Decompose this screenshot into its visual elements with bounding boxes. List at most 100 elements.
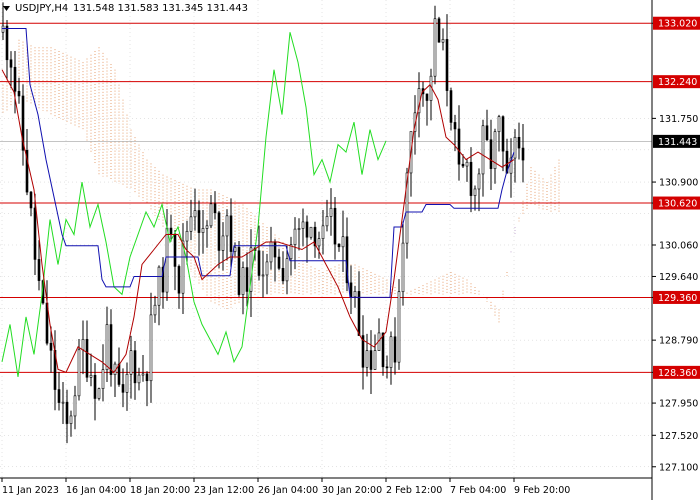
candle-body[interactable] — [289, 244, 293, 260]
candle-body[interactable] — [89, 374, 93, 378]
candle-body[interactable] — [225, 215, 229, 237]
candle-body[interactable] — [129, 350, 133, 375]
candle-body[interactable] — [305, 221, 309, 238]
candle-body[interactable] — [425, 93, 429, 101]
candle-body[interactable] — [497, 116, 501, 133]
candle-body[interactable] — [513, 136, 517, 159]
candle-body[interactable] — [177, 266, 181, 294]
candle-body[interactable] — [33, 207, 37, 260]
candle-body[interactable] — [109, 324, 113, 375]
candle-body[interactable] — [61, 401, 65, 404]
price-chart[interactable]: 133.020 131.750 130.900 130.620 130.060 129.6… — [0, 0, 700, 500]
candle-body[interactable] — [477, 173, 481, 190]
candle-body[interactable] — [501, 116, 505, 152]
candle-body[interactable] — [13, 66, 17, 92]
candle-body[interactable] — [393, 336, 397, 363]
candle-body[interactable] — [273, 241, 277, 258]
candle-body[interactable] — [337, 243, 341, 248]
candle-body[interactable] — [469, 161, 473, 196]
candle-body[interactable] — [137, 374, 141, 384]
candle-body[interactable] — [369, 350, 373, 370]
candle-body[interactable] — [173, 233, 177, 267]
candle-body[interactable] — [261, 274, 265, 277]
candle-body[interactable] — [77, 349, 81, 397]
candle-body[interactable] — [353, 291, 357, 298]
candle-body[interactable] — [269, 241, 273, 263]
candle-body[interactable] — [197, 210, 201, 233]
candle-body[interactable] — [97, 388, 101, 399]
candle-body[interactable] — [221, 235, 225, 251]
candle-body[interactable] — [485, 125, 489, 141]
candle-body[interactable] — [489, 139, 493, 169]
candle-body[interactable] — [441, 39, 445, 43]
candle-body[interactable] — [389, 336, 393, 368]
candle-body[interactable] — [309, 226, 313, 238]
candle-body[interactable] — [241, 267, 245, 295]
candle-body[interactable] — [9, 59, 13, 68]
candle-body[interactable] — [237, 247, 241, 295]
candle-body[interactable] — [461, 163, 465, 167]
candle-body[interactable] — [397, 291, 401, 363]
candle-body[interactable] — [293, 228, 297, 246]
candle-body[interactable] — [37, 259, 41, 281]
candle-body[interactable] — [69, 415, 73, 424]
candle-body[interactable] — [385, 366, 389, 369]
candle-body[interactable] — [185, 230, 189, 242]
candle-body[interactable] — [73, 395, 77, 417]
candle-body[interactable] — [209, 203, 213, 227]
candle-body[interactable] — [317, 238, 321, 247]
candle-body[interactable] — [349, 282, 353, 298]
candle-body[interactable] — [233, 247, 237, 252]
candle-body[interactable] — [81, 339, 85, 351]
candle-body[interactable] — [449, 90, 453, 123]
candle-body[interactable] — [189, 216, 193, 232]
candle-body[interactable] — [453, 122, 457, 130]
candle-body[interactable] — [193, 210, 197, 218]
candle-body[interactable] — [65, 401, 69, 424]
candle-body[interactable] — [201, 228, 205, 233]
candle-body[interactable] — [373, 350, 377, 370]
candle-body[interactable] — [265, 261, 269, 276]
candle-body[interactable] — [229, 215, 233, 252]
candle-body[interactable] — [257, 250, 261, 276]
candle-body[interactable] — [325, 216, 329, 227]
candle-body[interactable] — [101, 369, 105, 389]
candle-body[interactable] — [141, 373, 145, 376]
candle-body[interactable] — [217, 212, 221, 251]
candle-body[interactable] — [341, 236, 345, 248]
candle-body[interactable] — [445, 39, 449, 91]
candle-body[interactable] — [517, 136, 521, 149]
candle-body[interactable] — [153, 304, 157, 316]
candle-body[interactable] — [125, 373, 129, 393]
candle-body[interactable] — [329, 207, 333, 217]
candle-body[interactable] — [301, 221, 305, 229]
candle-body[interactable] — [213, 203, 217, 214]
candle-body[interactable] — [1, 25, 5, 33]
candle-body[interactable] — [105, 324, 109, 371]
candle-body[interactable] — [17, 91, 21, 97]
candle-body[interactable] — [465, 161, 469, 167]
candle-body[interactable] — [145, 373, 149, 382]
candle-body[interactable] — [321, 225, 325, 240]
candle-body[interactable] — [49, 342, 53, 351]
candle-body[interactable] — [133, 350, 137, 384]
candle-body[interactable] — [205, 225, 209, 229]
candle-body[interactable] — [333, 207, 337, 245]
candle-body[interactable] — [29, 191, 33, 209]
candle-body[interactable] — [57, 389, 61, 403]
candle-body[interactable] — [5, 25, 9, 61]
candle-body[interactable] — [157, 266, 161, 306]
candle-body[interactable] — [365, 350, 369, 368]
candle-body[interactable] — [165, 227, 169, 293]
candle-body[interactable] — [117, 363, 121, 385]
candle-body[interactable] — [401, 242, 405, 293]
candle-body[interactable] — [149, 314, 153, 382]
candle-body[interactable] — [245, 267, 249, 292]
candle-body[interactable] — [381, 332, 385, 368]
candle-body[interactable] — [481, 125, 485, 175]
candle-body[interactable] — [521, 147, 525, 161]
candle-body[interactable] — [473, 188, 477, 196]
candle-body[interactable] — [121, 384, 125, 393]
candle-body[interactable] — [281, 268, 285, 282]
candle-body[interactable] — [85, 339, 89, 378]
